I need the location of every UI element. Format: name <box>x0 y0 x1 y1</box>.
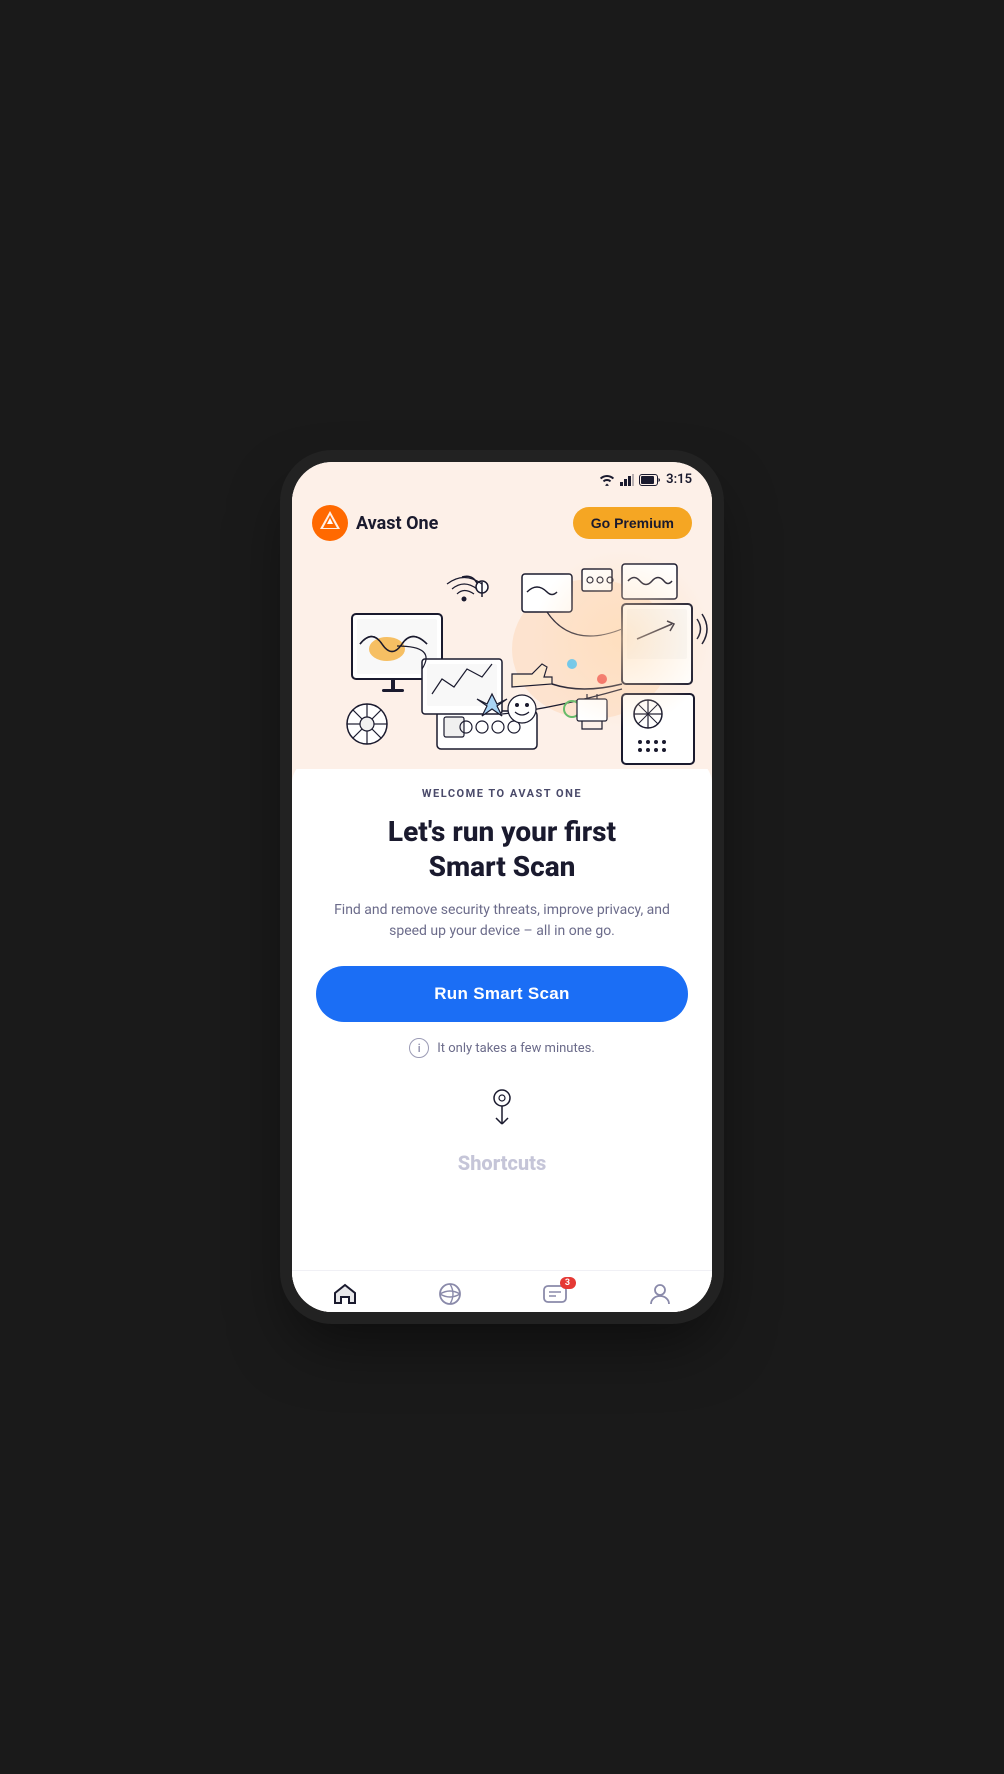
profile-icon-wrap <box>647 1281 673 1311</box>
logo-text: Avast One <box>356 513 438 534</box>
home-icon-wrap <box>332 1281 358 1311</box>
sub-description: Find and remove security threats, improv… <box>316 900 688 942</box>
info-icon: i <box>409 1038 429 1058</box>
messages-badge: 3 <box>560 1277 576 1289</box>
nav-item-home[interactable]: Home <box>315 1281 375 1312</box>
explore-icon <box>437 1281 463 1307</box>
headline-line2: Smart Scan <box>429 849 576 884</box>
shortcuts-preview: Shortcuts <box>316 1078 688 1179</box>
status-time: 3:15 <box>666 472 692 487</box>
shortcuts-label: Shortcuts <box>458 1151 546 1175</box>
wifi-icon <box>599 474 615 486</box>
hero-blob <box>532 549 712 729</box>
shortcuts-icon <box>482 1086 522 1145</box>
bottom-nav: Home Explore <box>292 1270 712 1312</box>
profile-icon <box>647 1281 673 1307</box>
app-header: Avast One Go Premium <box>292 493 712 549</box>
nav-item-messages[interactable]: 3 Messages <box>525 1281 585 1312</box>
run-smart-scan-button[interactable]: Run Smart Scan <box>316 966 688 1022</box>
main-content: WELCOME TO AVAST ONE Let's run your firs… <box>292 759 712 1270</box>
messages-icon-wrap: 3 <box>542 1281 568 1311</box>
avast-logo-icon <box>312 505 348 541</box>
explore-icon-wrap <box>437 1281 463 1311</box>
hero-illustration <box>292 549 712 769</box>
nav-item-explore[interactable]: Explore <box>420 1281 480 1312</box>
battery-icon <box>639 474 661 486</box>
signal-icon <box>620 474 634 486</box>
status-icons: 3:15 <box>599 472 692 487</box>
logo-area: Avast One <box>312 505 438 541</box>
headline-line1: Let's run your first <box>388 815 616 848</box>
app-content: Avast One Go Premium <box>292 493 712 1312</box>
main-headline: Let's run your first Smart Scan <box>316 814 688 884</box>
go-premium-button[interactable]: Go Premium <box>573 507 692 539</box>
status-bar: 3:15 <box>292 462 712 493</box>
phone-frame: 3:15 Avast One Go Premium <box>292 462 712 1312</box>
info-text: It only takes a few minutes. <box>437 1041 595 1056</box>
home-icon <box>332 1281 358 1307</box>
nav-item-profile[interactable]: Profile <box>630 1281 690 1312</box>
info-row: i It only takes a few minutes. <box>316 1038 688 1058</box>
welcome-label: WELCOME TO AVAST ONE <box>316 787 688 800</box>
